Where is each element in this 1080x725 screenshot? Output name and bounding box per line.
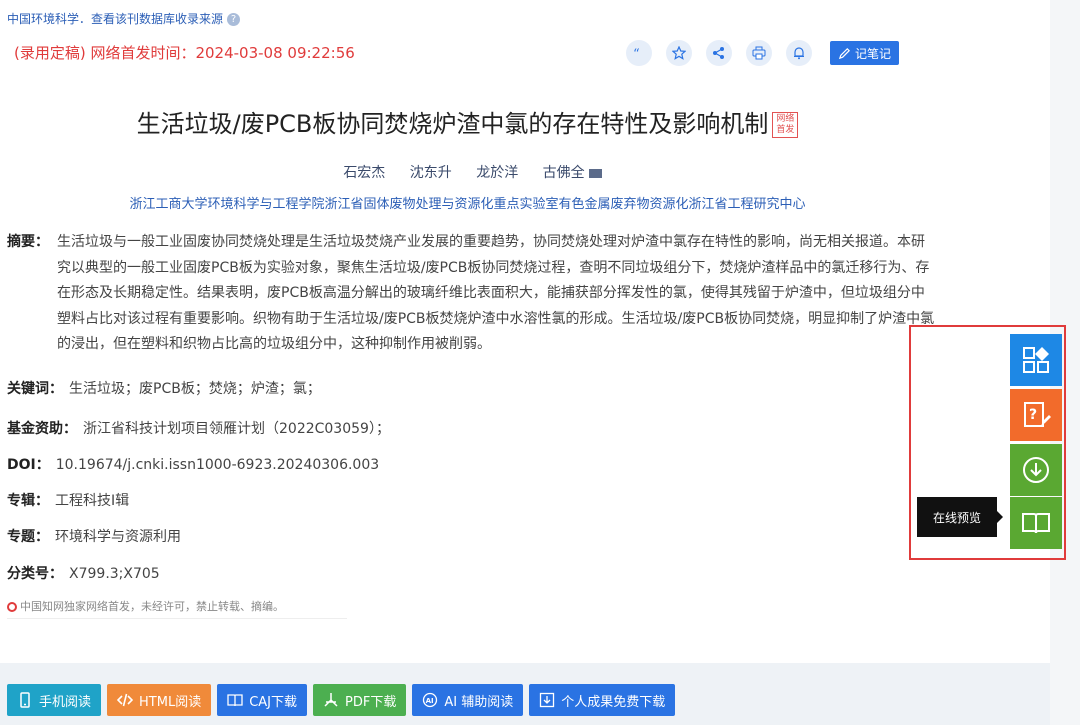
pencil-icon bbox=[838, 47, 850, 59]
keywords-value[interactable]: 生活垃圾；废PCB板；焚烧；炉渣；氯； bbox=[69, 381, 321, 397]
online-first-badge: 网络首发 bbox=[772, 112, 799, 138]
author-link[interactable]: 石宏杰 bbox=[343, 165, 385, 181]
abstract-text: 生活垃圾与一般工业固废协同焚烧处理是生活垃圾焚烧产业发展的重要趋势，协同焚烧处理… bbox=[57, 234, 935, 352]
apps-button[interactable] bbox=[1010, 334, 1062, 386]
print-icon[interactable] bbox=[746, 40, 772, 66]
personal-download-button[interactable]: 个人成果免费下载 bbox=[529, 684, 676, 716]
fund-value[interactable]: 浙江省科技计划项目领雁计划（2022C03059）； bbox=[83, 421, 390, 437]
download-box-icon bbox=[540, 692, 555, 708]
personal-download-label[interactable]: 个人成果免费下载 bbox=[561, 691, 665, 710]
favorite-icon[interactable] bbox=[666, 40, 692, 66]
question-button[interactable]: ? bbox=[1010, 389, 1062, 441]
article-title: 生活垃圾/废PCB板协同焚烧炉渣中氯的存在特性及影响机制 网络首发 bbox=[0, 104, 935, 139]
cite-icon[interactable]: “ bbox=[626, 40, 652, 66]
ai-read-button[interactable]: AI AI 辅助阅读 bbox=[412, 684, 524, 716]
share-icon[interactable] bbox=[706, 40, 732, 66]
author-link[interactable]: 古佛全 bbox=[543, 165, 585, 181]
fund-label: 基金资助： bbox=[7, 421, 77, 437]
doi-value: 10.19674/j.cnki.issn1000-6923.20240306.0… bbox=[55, 457, 380, 473]
svg-text:“: “ bbox=[633, 47, 640, 60]
html-read-button[interactable]: HTML阅读 bbox=[107, 684, 212, 716]
bell-icon[interactable] bbox=[786, 40, 812, 66]
pdf-download-label[interactable]: PDF下载 bbox=[345, 691, 396, 710]
copyright-text: 中国知网独家网络首发，未经许可，禁止转载、摘编。 bbox=[20, 600, 284, 613]
article-title-text: 生活垃圾/废PCB板协同焚烧炉渣中氯的存在特性及影响机制 bbox=[136, 110, 769, 138]
code-icon bbox=[117, 693, 134, 707]
caj-download-button[interactable]: CAJ下载 bbox=[217, 684, 308, 716]
topic-row: 专题： 环境科学与资源利用 bbox=[7, 526, 181, 546]
author-list: 石宏杰 沈东升 龙於洋 古佛全 bbox=[0, 162, 935, 182]
toolbar: “ 记笔记 bbox=[626, 40, 900, 66]
pdf-download-button[interactable]: PDF下载 bbox=[313, 684, 407, 716]
abstract-label: 摘要： bbox=[7, 234, 49, 250]
ai-icon: AI bbox=[423, 692, 438, 708]
series-row: 专辑： 工程科技Ⅰ辑 bbox=[7, 490, 129, 510]
mail-icon[interactable] bbox=[588, 168, 602, 178]
apps-grid-icon bbox=[1023, 347, 1049, 373]
keywords-row: 关键词： 生活垃圾；废PCB板；焚烧；炉渣；氯； bbox=[7, 378, 321, 398]
open-book-icon bbox=[1022, 513, 1050, 534]
journal-source-link[interactable]: 中国环境科学．查看该刊数据库收录来源? bbox=[7, 10, 241, 27]
copyright-icon bbox=[7, 602, 17, 612]
fund-row: 基金资助： 浙江省科技计划项目领雁计划（2022C03059）； bbox=[7, 418, 390, 438]
topic-label: 专题： bbox=[7, 529, 49, 545]
class-row: 分类号： X799.3;X705 bbox=[7, 563, 160, 583]
book-icon bbox=[227, 694, 243, 707]
mobile-read-button[interactable]: 手机阅读 bbox=[7, 684, 102, 716]
svg-text:AI: AI bbox=[426, 697, 434, 705]
class-label: 分类号： bbox=[7, 566, 63, 582]
author-link[interactable]: 龙於洋 bbox=[476, 165, 518, 181]
copyright-notice: 中国知网独家网络首发，未经许可，禁止转载、摘编。 bbox=[7, 598, 347, 619]
online-preview-button[interactable] bbox=[1010, 497, 1062, 549]
keywords-label: 关键词： bbox=[7, 381, 63, 397]
doi-label: DOI： bbox=[7, 457, 50, 473]
pdf-icon bbox=[324, 693, 338, 707]
series-value: 工程科技Ⅰ辑 bbox=[55, 493, 130, 509]
html-read-label[interactable]: HTML阅读 bbox=[139, 691, 201, 710]
abstract: 摘要： 生活垃圾与一般工业固废协同焚烧处理是生活垃圾焚烧产业发展的重要趋势，协同… bbox=[7, 230, 937, 358]
online-first-time: (录用定稿) 网络首发时间：2024-03-08 09:22:56 bbox=[14, 44, 355, 62]
download-button[interactable] bbox=[1010, 444, 1062, 496]
journal-source-text[interactable]: 中国环境科学．查看该刊数据库收录来源 bbox=[7, 12, 223, 26]
question-edit-icon: ? bbox=[1024, 402, 1051, 427]
online-preview-tooltip: 在线预览 bbox=[917, 497, 1003, 537]
doi-row: DOI： 10.19674/j.cnki.issn1000-6923.202403… bbox=[7, 454, 379, 474]
author-link[interactable]: 沈东升 bbox=[410, 165, 452, 181]
ai-read-label[interactable]: AI 辅助阅读 bbox=[444, 691, 513, 710]
help-icon[interactable]: ? bbox=[227, 13, 241, 26]
take-note-label[interactable]: 记笔记 bbox=[855, 45, 891, 62]
read-download-buttons: 手机阅读 HTML阅读 CAJ下载 PDF下载 AI AI 辅助阅读 个人成果免… bbox=[7, 684, 676, 716]
organization-link[interactable]: 浙江工商大学环境科学与工程学院浙江省固体废物处理与资源化重点实验室有色金属废弃物… bbox=[0, 193, 935, 212]
svg-text:?: ? bbox=[1029, 407, 1037, 423]
take-note-button[interactable]: 记笔记 bbox=[830, 41, 900, 65]
download-circle-icon bbox=[1023, 457, 1049, 483]
mobile-read-label[interactable]: 手机阅读 bbox=[39, 691, 91, 710]
caj-download-label[interactable]: CAJ下载 bbox=[249, 691, 297, 710]
phone-icon bbox=[20, 692, 30, 708]
topic-value: 环境科学与资源利用 bbox=[55, 529, 181, 545]
class-value: X799.3;X705 bbox=[69, 566, 160, 582]
series-label: 专辑： bbox=[7, 493, 49, 509]
